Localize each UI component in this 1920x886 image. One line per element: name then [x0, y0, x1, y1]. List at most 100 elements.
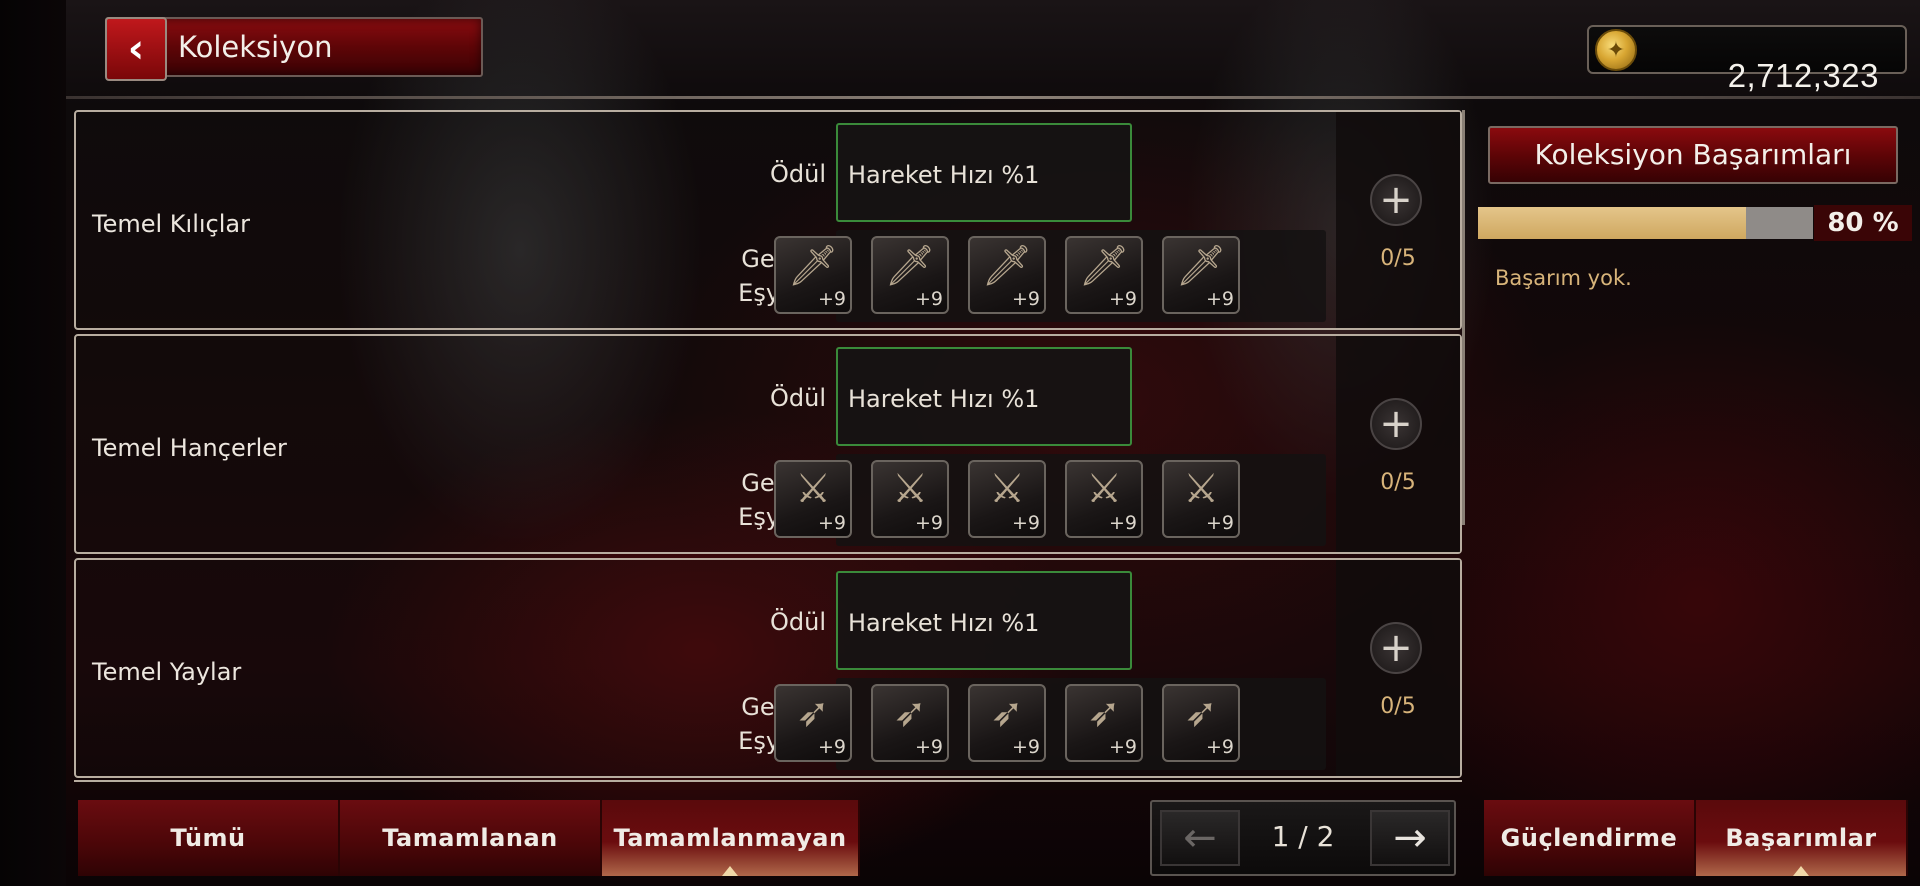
- item-slot[interactable]: 🗡 +9: [968, 236, 1046, 314]
- plus-icon: +: [1379, 177, 1413, 223]
- collection-row: Temel HançerlerÖdülHareket Hızı %1Gerekl…: [74, 334, 1462, 554]
- item-level: +9: [1205, 512, 1234, 534]
- tab-enhancement-label: Güçlendirme: [1500, 824, 1678, 852]
- bow-icon: ➶: [1087, 690, 1121, 736]
- item-level: +9: [1011, 288, 1040, 310]
- back-button[interactable]: ‹: [105, 17, 167, 81]
- item-slot[interactable]: ⚔ +9: [968, 460, 1046, 538]
- gold-coin-icon: ✦: [1595, 29, 1637, 71]
- item-slot[interactable]: 🗡 +9: [774, 236, 852, 314]
- sword-icon: 🗡: [1078, 243, 1130, 289]
- dagger-icon: ⚔: [1183, 466, 1219, 512]
- back-arrow-icon: ‹: [127, 26, 145, 72]
- item-level: +9: [1108, 736, 1137, 758]
- item-level: +9: [1108, 288, 1137, 310]
- tab-enhancement[interactable]: Güçlendirme: [1484, 800, 1696, 876]
- dagger-icon: ⚔: [795, 466, 831, 512]
- reward-text: Hareket Hızı %1: [848, 609, 1040, 637]
- collection-name: Temel Kılıçlar: [92, 210, 250, 238]
- item-level: +9: [914, 736, 943, 758]
- reward-label: Ödül: [769, 608, 826, 636]
- collection-count: 0/5: [1380, 246, 1416, 271]
- page-indicator: 1 / 2: [1271, 820, 1335, 853]
- item-slot[interactable]: ➶ +9: [871, 684, 949, 762]
- item-slot[interactable]: ➶ +9: [1065, 684, 1143, 762]
- achievement-progress-fill: [1478, 207, 1746, 239]
- tab-completed-label: Tamamlanan: [382, 824, 558, 852]
- collection-row: Temel KılıçlarÖdülHareket Hızı %1Gerekli…: [74, 110, 1462, 330]
- reward-text: Hareket Hızı %1: [848, 385, 1040, 413]
- bow-icon: ➶: [796, 690, 830, 736]
- item-slot[interactable]: ⚔ +9: [1065, 460, 1143, 538]
- item-level: +9: [1205, 288, 1234, 310]
- arrow-right-icon: →: [1393, 815, 1427, 861]
- item-level: +9: [817, 512, 846, 534]
- tab-all[interactable]: Tümü: [78, 800, 340, 876]
- item-level: +9: [1205, 736, 1234, 758]
- dagger-icon: ⚔: [989, 466, 1025, 512]
- plus-icon: +: [1379, 401, 1413, 447]
- collection-count: 0/5: [1380, 470, 1416, 495]
- item-level: +9: [914, 512, 943, 534]
- dagger-icon: ⚔: [1086, 466, 1122, 512]
- add-button[interactable]: +: [1370, 622, 1422, 674]
- item-slot[interactable]: 🗡 +9: [871, 236, 949, 314]
- reward-box: Hareket Hızı %1: [836, 347, 1132, 446]
- item-slot[interactable]: 🗡 +9: [1162, 236, 1240, 314]
- add-button[interactable]: +: [1370, 174, 1422, 226]
- gold-amount: 2,712,323: [1727, 57, 1879, 94]
- item-slot[interactable]: ➶ +9: [774, 684, 852, 762]
- tab-incomplete[interactable]: Tamamlanmayan: [602, 800, 860, 876]
- tab-completed[interactable]: Tamamlanan: [340, 800, 602, 876]
- item-level: +9: [1011, 736, 1040, 758]
- prev-page-button[interactable]: ←: [1160, 810, 1240, 866]
- bow-icon: ➶: [893, 690, 927, 736]
- collection-name: Temel Hançerler: [92, 434, 287, 462]
- item-slot[interactable]: ⚔ +9: [1162, 460, 1240, 538]
- page-title: Koleksiyon: [178, 30, 333, 64]
- tab-all-label: Tümü: [170, 824, 246, 852]
- tab-achievements-label: Başarımlar: [1725, 824, 1877, 852]
- item-level: +9: [817, 736, 846, 758]
- plus-icon: +: [1379, 625, 1413, 671]
- sword-icon: 🗡: [884, 243, 936, 289]
- item-level: +9: [817, 288, 846, 310]
- next-page-button[interactable]: →: [1370, 810, 1450, 866]
- item-slot[interactable]: 🗡 +9: [1065, 236, 1143, 314]
- bow-icon: ➶: [1184, 690, 1218, 736]
- collection-name: Temel Yaylar: [92, 658, 242, 686]
- sword-icon: 🗡: [981, 243, 1033, 289]
- reward-text: Hareket Hızı %1: [848, 161, 1040, 189]
- sword-icon: 🗡: [1175, 243, 1227, 289]
- dagger-icon: ⚔: [892, 466, 928, 512]
- reward-box: Hareket Hızı %1: [836, 123, 1132, 222]
- achievement-progress-label: 80 %: [1814, 205, 1912, 241]
- reward-label: Ödül: [769, 384, 826, 412]
- collection-row: Temel YaylarÖdülHareket Hızı %1GerekliEş…: [74, 558, 1462, 778]
- achievements-title: Koleksiyon Başarımları: [1488, 126, 1898, 184]
- tab-achievements[interactable]: Başarımlar: [1696, 800, 1908, 876]
- active-tab-marker-icon: [1793, 866, 1809, 876]
- scrollbar[interactable]: [1462, 110, 1465, 525]
- reward-label: Ödül: [769, 160, 826, 188]
- arrow-left-icon: ←: [1183, 815, 1217, 861]
- pagination: ← 1 / 2 →: [1150, 800, 1456, 876]
- header-divider: [66, 96, 1920, 99]
- tab-incomplete-label: Tamamlanmayan: [613, 824, 847, 852]
- active-tab-marker-icon: [722, 866, 738, 876]
- item-slot[interactable]: ⚔ +9: [871, 460, 949, 538]
- item-level: +9: [1011, 512, 1040, 534]
- next-row-edge: [74, 780, 1462, 784]
- item-level: +9: [914, 288, 943, 310]
- collection-count: 0/5: [1380, 694, 1416, 719]
- item-slot[interactable]: ⚔ +9: [774, 460, 852, 538]
- reward-box: Hareket Hızı %1: [836, 571, 1132, 670]
- left-edge-shade: [0, 0, 66, 886]
- no-achievements-text: Başarım yok.: [1495, 266, 1632, 290]
- bow-icon: ➶: [990, 690, 1024, 736]
- add-button[interactable]: +: [1370, 398, 1422, 450]
- sword-icon: 🗡: [787, 243, 839, 289]
- item-level: +9: [1108, 512, 1137, 534]
- item-slot[interactable]: ➶ +9: [968, 684, 1046, 762]
- item-slot[interactable]: ➶ +9: [1162, 684, 1240, 762]
